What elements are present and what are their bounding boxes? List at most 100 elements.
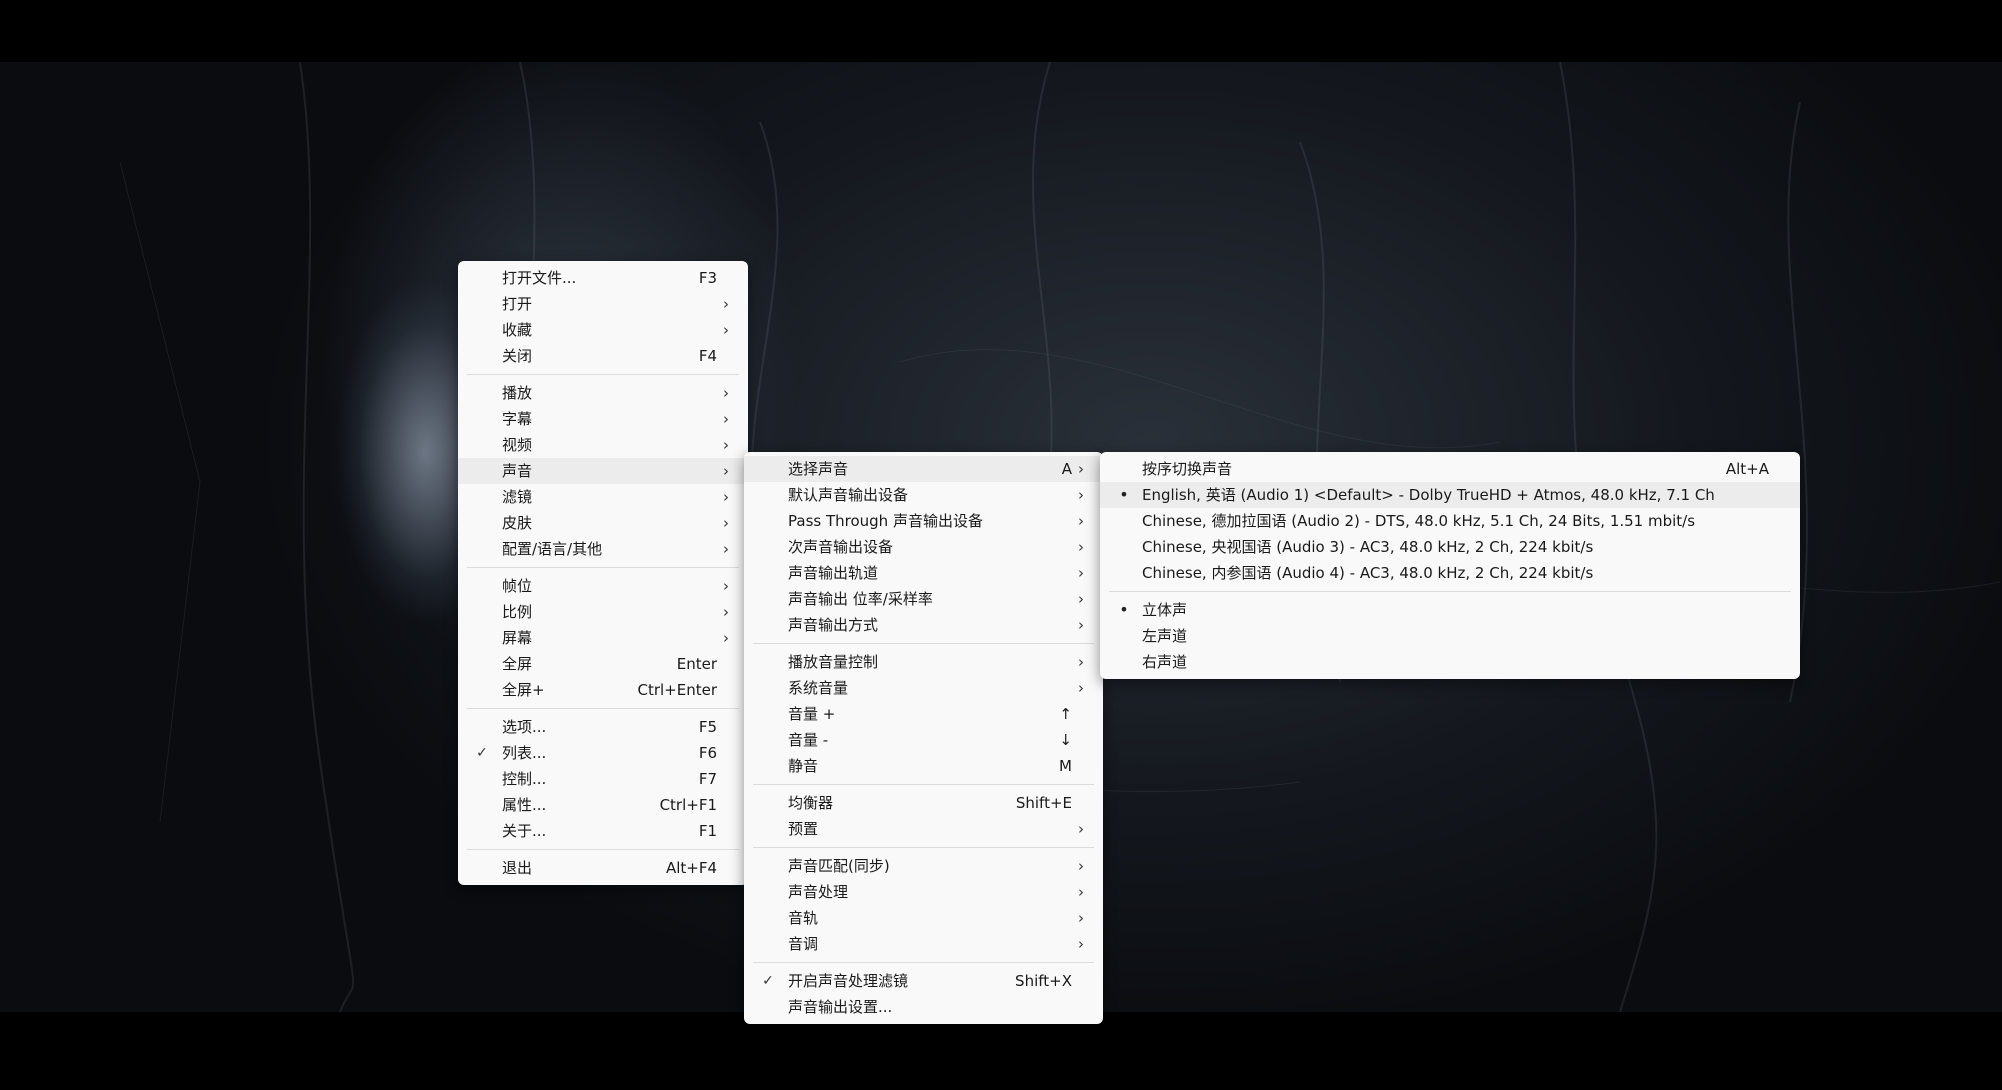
menu-item-audio-output-settings[interactable]: 声音输出设置... [744,994,1103,1020]
menu-item-label: 音调 [788,935,819,953]
menu-item-close[interactable]: 关闭 F4 [458,343,748,369]
menu-item-system-volume[interactable]: 系统音量 › [744,675,1103,701]
menu-item-label: Chinese, 央视国语 (Audio 3) - AC3, 48.0 kHz,… [1142,538,1594,556]
menu-item-audio-track[interactable]: 音轨 › [744,905,1103,931]
menu-item-label: 打开 [502,295,533,313]
menu-item-audio-sync[interactable]: 声音匹配(同步) › [744,853,1103,879]
chevron-right-icon: › [723,629,729,647]
menu-item-label: 次声音输出设备 [788,538,894,556]
menu-item-label: Chinese, 内参国语 (Audio 4) - AC3, 48.0 kHz,… [1142,564,1594,582]
menu-item-label: 预置 [788,820,819,838]
menu-item-shortcut: ↑ [1059,705,1072,723]
menu-item-label: 打开文件... [502,269,577,287]
menu-item-fullscreen-plus[interactable]: 全屏+ Ctrl+Enter [458,677,748,703]
menu-separator [1109,591,1791,592]
chevron-right-icon: › [723,540,729,558]
menu-item-audio-track-4[interactable]: Chinese, 内参国语 (Audio 4) - AC3, 48.0 kHz,… [1100,560,1800,586]
menu-item-left-channel[interactable]: 左声道 [1100,623,1800,649]
menu-item-controls[interactable]: 控制... F7 [458,766,748,792]
menu-item-fullscreen[interactable]: 全屏 Enter [458,651,748,677]
menu-item-playback-volume-control[interactable]: 播放音量控制 › [744,649,1103,675]
menu-item-audio-track-1[interactable]: • English, 英语 (Audio 1) <Default> - Dolb… [1100,482,1800,508]
menu-item-output-bitrate-samplerate[interactable]: 声音输出 位率/采样率 › [744,586,1103,612]
chevron-right-icon: › [1078,486,1084,504]
menu-item-secondary-output-device[interactable]: 次声音输出设备 › [744,534,1103,560]
menu-item-output-mode[interactable]: 声音输出方式 › [744,612,1103,638]
menu-item-output-channels[interactable]: 声音输出轨道 › [744,560,1103,586]
menu-item-audio-track-3[interactable]: Chinese, 央视国语 (Audio 3) - AC3, 48.0 kHz,… [1100,534,1800,560]
menu-item-label: 全屏 [502,655,533,673]
menu-item-label: 播放音量控制 [788,653,879,671]
menu-item-skins[interactable]: 皮肤 › [458,510,748,536]
menu-item-shortcut: Ctrl+F1 [659,796,717,814]
menu-item-equalizer[interactable]: 均衡器 Shift+E [744,790,1103,816]
menu-item-video[interactable]: 视频 › [458,432,748,458]
menu-item-screen[interactable]: 屏幕 › [458,625,748,651]
menu-item-properties[interactable]: 属性... Ctrl+F1 [458,792,748,818]
menu-item-audio-processing[interactable]: 声音处理 › [744,879,1103,905]
menu-item-shortcut: M [1059,757,1072,775]
chevron-right-icon: › [723,295,729,313]
menu-item-shortcut: A [1061,460,1072,478]
menu-item-exit[interactable]: 退出 Alt+F4 [458,855,748,881]
menu-item-shortcut: Shift+E [1015,794,1072,812]
menu-item-options[interactable]: 选项... F5 [458,714,748,740]
menu-item-label: 声音输出方式 [788,616,879,634]
menu-item-label: 字幕 [502,410,533,428]
menu-item-label: 音量 - [788,731,829,749]
menu-item-playlist[interactable]: ✓ 列表... F6 [458,740,748,766]
menu-item-presets[interactable]: 预置 › [744,816,1103,842]
menu-item-aspect-ratio[interactable]: 比例 › [458,599,748,625]
menu-item-audio[interactable]: 声音 › [458,458,748,484]
menu-item-stereo[interactable]: • 立体声 [1100,597,1800,623]
menu-separator [467,374,739,375]
menu-item-cycle-audio[interactable]: 按序切换声音 Alt+A [1100,456,1800,482]
menu-item-open[interactable]: 打开 › [458,291,748,317]
menu-item-config-language-other[interactable]: 配置/语言/其他 › [458,536,748,562]
menu-item-shortcut: Shift+X [1015,972,1072,990]
chevron-right-icon: › [723,384,729,402]
menu-item-shortcut: Ctrl+Enter [637,681,717,699]
menu-item-pitch[interactable]: 音调 › [744,931,1103,957]
menu-item-about[interactable]: 关于... F1 [458,818,748,844]
menu-item-shortcut: ↓ [1059,731,1072,749]
menu-item-mute[interactable]: 静音 M [744,753,1103,779]
menu-item-favorites[interactable]: 收藏 › [458,317,748,343]
menu-item-subtitles[interactable]: 字幕 › [458,406,748,432]
menu-item-label: 静音 [788,757,819,775]
bullet-icon: • [1119,600,1129,619]
menu-item-passthrough-output-device[interactable]: Pass Through 声音输出设备 › [744,508,1103,534]
menu-item-label: 按序切换声音 [1142,460,1233,478]
menu-item-enable-audio-filters[interactable]: ✓ 开启声音处理滤镜 Shift+X [744,968,1103,994]
menu-item-label: Pass Through 声音输出设备 [788,512,983,530]
menu-item-filters[interactable]: 滤镜 › [458,484,748,510]
menu-item-right-channel[interactable]: 右声道 [1100,649,1800,675]
menu-item-label: 默认声音输出设备 [788,486,909,504]
menu-item-shortcut: F3 [698,269,717,287]
menu-item-label: 滤镜 [502,488,533,506]
menu-item-label: Chinese, 德加拉国语 (Audio 2) - DTS, 48.0 kHz… [1142,512,1696,530]
menu-item-shortcut: F5 [698,718,717,736]
chevron-right-icon: › [1078,909,1084,927]
chevron-right-icon: › [1078,538,1084,556]
menu-item-label: 系统音量 [788,679,849,697]
menu-item-label: 音轨 [788,909,819,927]
chevron-right-icon: › [1078,883,1084,901]
menu-item-volume-down[interactable]: 音量 - ↓ [744,727,1103,753]
menu-item-select-audio[interactable]: 选择声音 A › [744,456,1103,482]
menu-item-play[interactable]: 播放 › [458,380,748,406]
menu-item-label: 声音处理 [788,883,849,901]
menu-item-label: 声音输出 位率/采样率 [788,590,933,608]
menu-item-shortcut: F6 [698,744,717,762]
checkmark-icon: ✓ [476,745,488,761]
menu-item-label: 全屏+ [502,681,545,699]
menu-item-default-output-device[interactable]: 默认声音输出设备 › [744,482,1103,508]
menu-item-volume-up[interactable]: 音量 + ↑ [744,701,1103,727]
menu-item-audio-track-2[interactable]: Chinese, 德加拉国语 (Audio 2) - DTS, 48.0 kHz… [1100,508,1800,534]
menu-item-open-file[interactable]: 打开文件... F3 [458,265,748,291]
menu-item-label: 播放 [502,384,533,402]
menu-item-frame-position[interactable]: 帧位 › [458,573,748,599]
menu-item-label: 选项... [502,718,547,736]
menu-item-label: 配置/语言/其他 [502,540,603,558]
menu-item-shortcut: F1 [698,822,717,840]
